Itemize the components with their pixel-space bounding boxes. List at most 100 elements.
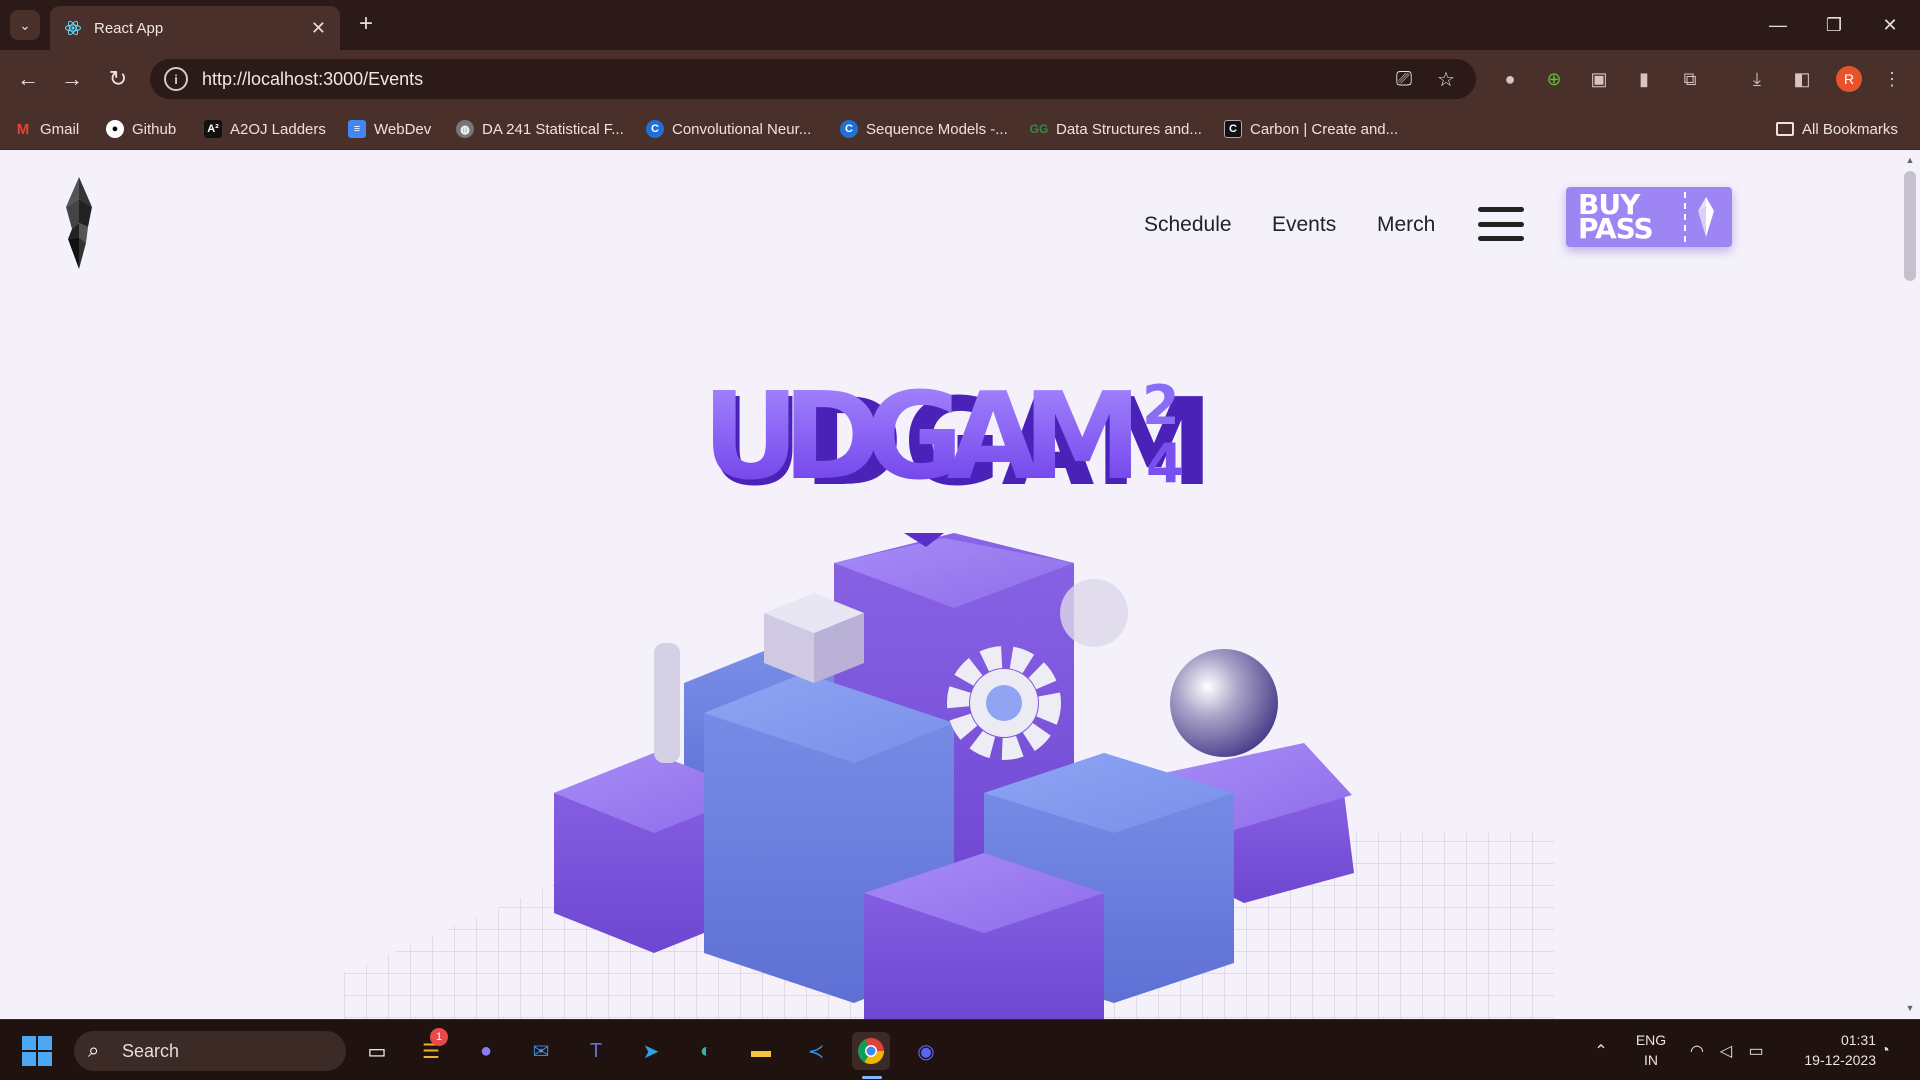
browser-titlebar: ⌄ React App ✕ + — ❐ ✕ [0,0,1920,50]
profile-avatar[interactable]: R [1836,66,1862,92]
bookmark-sequence-models[interactable]: C Sequence Models -... [840,116,1008,142]
bookmark-label: Github [132,120,177,138]
site-info-icon[interactable]: i [164,67,188,91]
lang-bottom: IN [1644,1052,1658,1068]
extension-icon[interactable]: ● [1498,67,1522,91]
hero-3d-blocks-illustration [344,533,1554,1019]
page-scrollbar[interactable]: ▲ ▼ [1900,151,1920,1019]
edge-icon[interactable]: ◐ [687,1032,725,1070]
nav-schedule[interactable]: Schedule [1144,213,1232,237]
hero-title-text: UDGAM [702,368,1142,506]
bookmark-carbon[interactable]: C Carbon | Create and... [1224,116,1398,142]
extensions-puzzle-icon[interactable]: ⧉ [1678,67,1702,91]
url-text[interactable]: http://localhost:3000/Events [202,69,1392,90]
discord-icon[interactable]: ◉ [907,1032,945,1070]
extension-chart-icon[interactable]: ▮ [1632,67,1656,91]
react-icon [65,20,81,36]
globe-icon: ◍ [456,120,474,138]
reload-button[interactable]: ↻ [102,63,134,95]
udgam-logo-icon[interactable] [58,177,100,269]
taskbar-search[interactable]: ⌕ Search [74,1031,346,1071]
chrome-icon[interactable] [852,1032,890,1070]
lang-top: ENG [1635,1032,1667,1048]
bookmark-github[interactable]: ● Github [106,116,176,142]
volume-icon[interactable]: ◁ [1715,1040,1737,1062]
all-bookmarks-label: All Bookmarks [1802,120,1898,138]
notifications-bell-icon[interactable]: ◔ [1874,1040,1896,1062]
forward-button[interactable]: → [56,63,88,95]
bookmark-a2oj[interactable]: A² A2OJ Ladders [204,116,326,142]
folder-icon [1776,122,1794,136]
nav-merch[interactable]: Merch [1377,213,1435,237]
extension-plus-icon[interactable]: ⊕ [1542,67,1566,91]
language-indicator[interactable]: ENG IN [1628,1030,1674,1070]
gem-icon [1698,197,1714,237]
bookmark-label: Carbon | Create and... [1250,120,1399,138]
menu-kebab-icon[interactable]: ⋮ [1880,67,1904,91]
close-window-button[interactable]: ✕ [1862,0,1918,50]
install-app-icon[interactable]: ⎚ [1392,67,1416,91]
bookmark-gmail[interactable]: M Gmail [14,116,79,142]
task-view-icon[interactable]: ▭ [358,1032,396,1070]
buy-pass-label: BUY PASS [1578,188,1654,245]
tray-chevron-up-icon[interactable]: ⌃ [1590,1040,1612,1062]
floating-pill [654,643,680,763]
telegram-icon[interactable]: ➤ [632,1032,670,1070]
docs-icon: ≡ [348,120,366,138]
bookmark-label: Sequence Models -... [866,120,1008,138]
minimize-button[interactable]: — [1750,0,1806,50]
bookmark-label: Convolutional Neur... [672,120,812,138]
tab-title: React App [94,19,164,37]
all-bookmarks[interactable]: All Bookmarks [1776,116,1898,142]
bookmark-webdev[interactable]: ≡ WebDev [348,116,431,142]
coursera-icon: C [646,120,664,138]
github-icon: ● [106,120,124,138]
restore-button[interactable]: ❐ [1806,0,1862,50]
tab-search-button[interactable]: ⌄ [10,10,40,40]
bookmark-da241[interactable]: ◍ DA 241 Statistical F... [456,116,624,142]
floating-sphere [1170,649,1278,757]
bookmark-star-icon[interactable]: ☆ [1434,67,1458,91]
ticket-perforation [1684,192,1686,242]
nav-events[interactable]: Events [1272,213,1336,237]
tab-close-icon[interactable]: ✕ [311,18,326,39]
bookmark-data-structures[interactable]: GG Data Structures and... [1030,116,1202,142]
meet-icon[interactable]: ● [467,1032,505,1070]
search-icon: ⌕ [88,1040,100,1062]
teams-icon[interactable]: T [577,1032,615,1070]
bookmark-label: Data Structures and... [1056,120,1202,138]
scroll-down-icon[interactable]: ▼ [1904,1003,1916,1015]
extension-flag-icon[interactable]: ▣ [1587,67,1611,91]
browser-tab[interactable]: React App ✕ [50,6,340,50]
windows-start-icon[interactable] [22,1036,52,1066]
clock[interactable]: 01:31 19-12-2023 [1780,1030,1876,1070]
hamburger-menu-icon[interactable] [1478,207,1524,241]
side-panel-icon[interactable]: ◧ [1790,67,1814,91]
bookmark-label: WebDev [374,120,432,138]
notification-badge: 1 [430,1028,448,1046]
mail-icon[interactable]: ✉ [522,1032,560,1070]
active-app-indicator [862,1076,882,1079]
browser-toolbar: ← → ↻ i http://localhost:3000/Events ⎚ ☆… [0,50,1920,108]
bookmark-label: A2OJ Ladders [230,120,326,138]
bookmark-cnn[interactable]: C Convolutional Neur... [646,116,811,142]
new-tab-button[interactable]: + [352,10,380,38]
battery-icon[interactable]: ▭ [1745,1040,1767,1062]
buy-pass-button[interactable]: BUY PASS [1566,187,1732,247]
back-button[interactable]: ← [12,63,44,95]
vscode-icon[interactable]: ≺ [797,1032,835,1070]
web-page: Schedule Events Merch BUY PASS UDGAM UDG… [0,151,1900,1019]
search-label: Search [122,1040,180,1061]
bookmark-label: DA 241 Statistical F... [482,120,624,138]
bookmarks-bar: M Gmail ● Github A² A2OJ Ladders ≡ WebDe… [0,108,1920,150]
chrome-logo-icon [857,1038,885,1065]
download-icon[interactable]: ⤓ [1745,67,1769,91]
file-explorer-icon[interactable]: ▬ [742,1032,780,1070]
scroll-thumb[interactable] [1904,171,1916,281]
coursera-icon: C [840,120,858,138]
address-bar[interactable]: i http://localhost:3000/Events ⎚ ☆ [150,59,1476,99]
wifi-icon[interactable]: ◠ [1686,1040,1708,1062]
scroll-up-icon[interactable]: ▲ [1904,155,1916,167]
hero-superscript-bottom: 4 [1146,432,1184,495]
gfg-icon: GG [1029,122,1049,136]
